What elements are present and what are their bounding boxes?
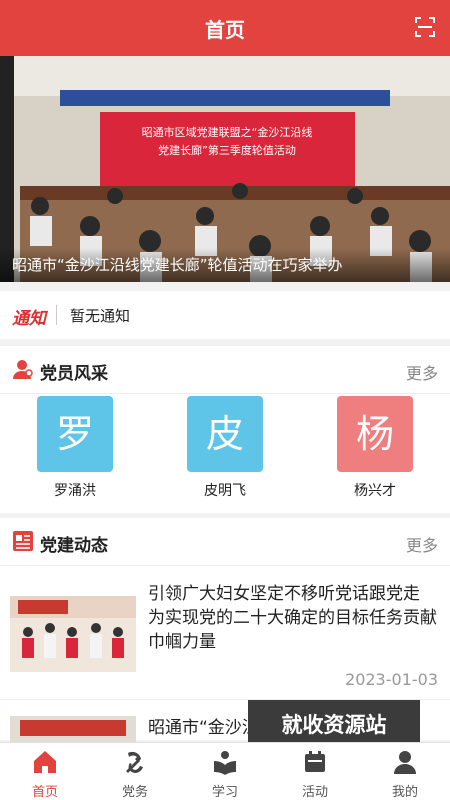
news-title[interactable]: 引领广大妇女坚定不移听党话跟党走 为实现党的二十大确定的目标任务贡献巾帼力量 [148, 582, 440, 654]
notice-tag: 通知 [12, 309, 46, 329]
member-avatar[interactable]: 罗 [37, 396, 113, 472]
member-name: 杨兴才 [354, 483, 396, 499]
home-icon [34, 751, 56, 773]
profile-icon [394, 751, 416, 774]
news-section-title: 党建动态 [40, 536, 108, 556]
notice-divider [56, 305, 57, 325]
stage-banner-line2: 党建长廊”第三季度轮值活动 [158, 143, 296, 157]
member-card[interactable]: 罗 罗涌洪 [37, 396, 113, 500]
tab-activity[interactable]: 活动 [270, 743, 360, 800]
party-emblem-icon [126, 751, 143, 773]
notice-text: 暂无通知 [70, 307, 131, 325]
member-avatar[interactable]: 杨 [337, 396, 413, 472]
tab-label: 首页 [31, 785, 58, 800]
notice-bar[interactable]: 通知 暂无通知 [0, 291, 450, 339]
news-thumbnail [10, 596, 136, 672]
tab-label: 学习 [211, 785, 238, 800]
stage-banner-line1: 昭通市区域党建联盟之“金沙江沿线 [142, 125, 313, 139]
bottom-tabbar: 首页 党务 学习 活动 我的 [0, 742, 450, 800]
study-icon [214, 751, 236, 775]
news-section-header: 党建动态 更多 [0, 518, 450, 566]
members-more-link[interactable]: 更多 [406, 360, 438, 384]
tab-home[interactable]: 首页 [0, 743, 90, 800]
members-section-title: 党员风采 [40, 364, 108, 384]
person-icon [13, 360, 33, 379]
banner-carousel[interactable]: 昭通市区域党建联盟之“金沙江沿线 党建长廊”第三季度轮值活动 昭通市“金沙江沿线… [0, 56, 450, 282]
tab-study[interactable]: 学习 [180, 743, 270, 800]
members-section-header: 党员风采 更多 [0, 346, 450, 394]
tab-label: 我的 [391, 785, 418, 800]
tab-label: 党务 [121, 785, 148, 800]
tab-label: 活动 [301, 785, 328, 800]
member-card[interactable]: 皮 皮明飞 [187, 396, 263, 500]
scan-icon[interactable] [414, 16, 436, 38]
tab-party-affairs[interactable]: 党务 [90, 743, 180, 800]
page-title: 首页 [205, 18, 245, 42]
tab-profile[interactable]: 我的 [360, 743, 450, 800]
activity-icon [305, 751, 325, 772]
news-list-item[interactable]: 引领广大妇女坚定不移听党话跟党走 为实现党的二十大确定的目标任务贡献巾帼力量 2… [0, 568, 450, 700]
members-section: 党员风采 更多 罗 罗涌洪 皮 皮明飞 杨 杨兴才 [0, 346, 450, 513]
top-header: 首页 [0, 0, 450, 56]
news-date: 2023-01-03 [345, 670, 438, 689]
banner-caption[interactable]: 昭通市“金沙江沿线党建长廊”轮值活动在巧家举办 [0, 248, 450, 282]
member-name: 皮明飞 [204, 483, 246, 499]
member-name: 罗涌洪 [54, 483, 96, 499]
news-more-link[interactable]: 更多 [406, 532, 438, 556]
member-avatar[interactable]: 皮 [187, 396, 263, 472]
news-icon [13, 531, 33, 551]
member-card[interactable]: 杨 杨兴才 [337, 396, 413, 500]
